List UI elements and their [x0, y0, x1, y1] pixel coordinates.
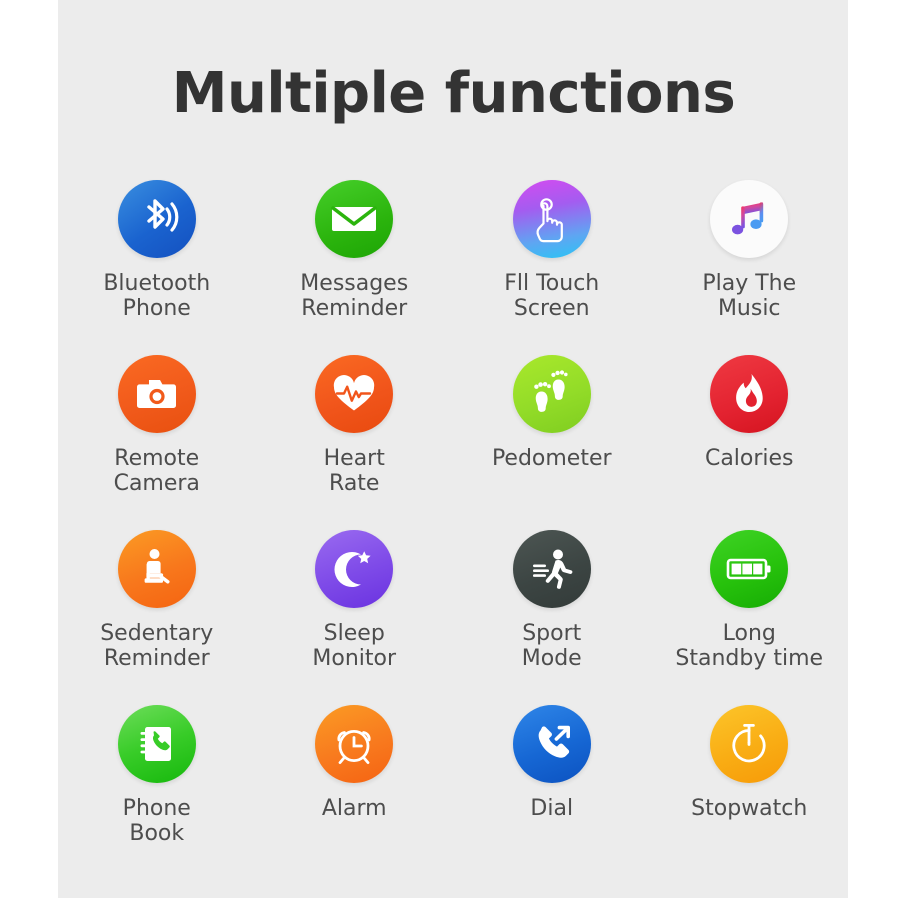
footprints-icon	[512, 355, 591, 433]
touch-hand-icon	[512, 180, 591, 258]
feature-label: Calories	[704, 446, 794, 471]
feature-label: Sport Mode	[521, 621, 582, 671]
feature-label: Long Standby time	[675, 621, 824, 671]
camera-icon	[117, 355, 196, 433]
battery-icon	[710, 530, 789, 608]
feature-item-bluetooth-phone[interactable]: Bluetooth Phone	[58, 180, 256, 355]
feature-label: Heart Rate	[323, 446, 385, 496]
feature-item-messages-reminder[interactable]: Messages Reminder	[256, 180, 454, 355]
alarm-clock-icon	[315, 705, 394, 783]
feature-label: Phone Book	[122, 796, 191, 846]
music-note-icon	[710, 180, 789, 258]
feature-label: Pedometer	[491, 446, 612, 471]
feature-item-play-the-music[interactable]: Play The Music	[651, 180, 849, 355]
feature-item-calories[interactable]: Calories	[651, 355, 849, 530]
feature-label: Stopwatch	[691, 796, 808, 821]
envelope-icon	[315, 180, 394, 258]
feature-item-sport-mode[interactable]: Sport Mode	[453, 530, 651, 705]
feature-label: Fll Touch Screen	[504, 271, 600, 321]
feature-label: Sedentary Reminder	[100, 621, 214, 671]
feature-item-sleep-monitor[interactable]: Sleep Monitor	[256, 530, 454, 705]
stopwatch-icon	[710, 705, 789, 783]
feature-item-full-touch-screen[interactable]: Fll Touch Screen	[453, 180, 651, 355]
page-title: Multiple functions	[171, 61, 736, 126]
dial-out-icon	[512, 705, 591, 783]
grid-row: Bluetooth Phone Messages Reminder Fll To…	[58, 180, 848, 355]
feature-item-dial[interactable]: Dial	[453, 705, 651, 880]
features-grid: Bluetooth Phone Messages Reminder Fll To…	[58, 180, 848, 880]
grid-row: Remote Camera Heart Rate Pedometer Calor…	[58, 355, 848, 530]
moon-star-icon	[315, 530, 394, 608]
feature-label: Sleep Monitor	[312, 621, 397, 671]
feature-grid-page: Multiple functions Bluetooth Phone Messa…	[0, 0, 907, 907]
feature-label: Alarm	[321, 796, 387, 821]
feature-label: Messages Reminder	[300, 271, 409, 321]
flame-icon	[710, 355, 789, 433]
feature-item-long-standby-time[interactable]: Long Standby time	[651, 530, 849, 705]
feature-item-remote-camera[interactable]: Remote Camera	[58, 355, 256, 530]
running-person-icon	[512, 530, 591, 608]
feature-label: Dial	[530, 796, 574, 821]
sitting-person-icon	[117, 530, 196, 608]
bluetooth-icon	[117, 180, 196, 258]
feature-label: Remote Camera	[113, 446, 200, 496]
feature-item-pedometer[interactable]: Pedometer	[453, 355, 651, 530]
feature-label: Play The Music	[702, 271, 797, 321]
feature-label: Bluetooth Phone	[103, 271, 211, 321]
feature-item-phone-book[interactable]: Phone Book	[58, 705, 256, 880]
heart-pulse-icon	[315, 355, 394, 433]
feature-item-heart-rate[interactable]: Heart Rate	[256, 355, 454, 530]
phonebook-icon	[117, 705, 196, 783]
grid-row: Phone Book Alarm Dial Stopwatch	[58, 705, 848, 880]
feature-item-alarm[interactable]: Alarm	[256, 705, 454, 880]
grid-row: Sedentary Reminder Sleep Monitor Sport M…	[58, 530, 848, 705]
feature-item-sedentary-reminder[interactable]: Sedentary Reminder	[58, 530, 256, 705]
feature-item-stopwatch[interactable]: Stopwatch	[651, 705, 849, 880]
